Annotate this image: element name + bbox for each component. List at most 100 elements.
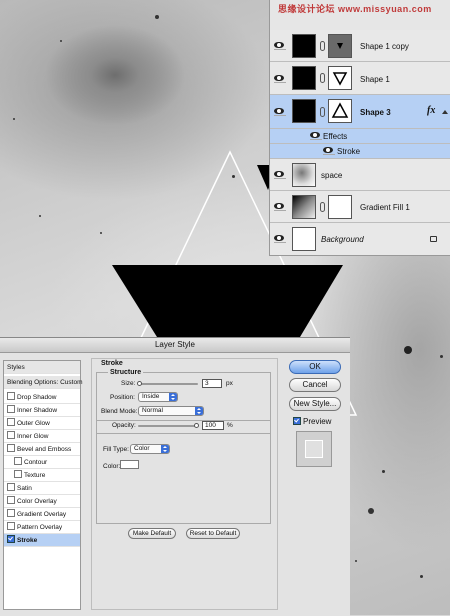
eye-icon[interactable] — [274, 42, 286, 50]
position-value: Inside — [142, 393, 160, 400]
fill-box — [96, 420, 271, 524]
ok-button[interactable]: OK — [289, 360, 341, 374]
fill-type-select[interactable]: Color — [130, 444, 170, 454]
color-label: Color: — [103, 463, 121, 470]
size-unit: px — [226, 380, 233, 387]
vector-mask-thumbnail — [328, 66, 352, 90]
position-label: Position: — [110, 394, 135, 401]
watermark: 思缘设计论坛 www.missyuan.com — [278, 4, 432, 14]
checkbox-icon[interactable] — [293, 416, 301, 425]
checkbox-icon[interactable] — [7, 483, 15, 492]
style-item-label: Stroke — [17, 537, 38, 544]
layer-mask-thumbnail — [328, 195, 352, 219]
chevron-updown-icon — [161, 445, 169, 453]
preview-checkbox[interactable]: Preview — [293, 416, 332, 426]
checkbox-icon[interactable] — [7, 431, 15, 440]
style-item-label: Satin — [17, 485, 32, 492]
style-item-bevel-and-emboss[interactable]: Bevel and Emboss — [4, 443, 80, 456]
collapse-arrow-icon[interactable] — [442, 110, 448, 114]
checkbox-icon[interactable] — [7, 535, 15, 544]
fx-icon[interactable]: fx — [427, 105, 435, 116]
style-item-label: Texture — [24, 472, 46, 479]
style-item-outer-glow[interactable]: Outer Glow — [4, 417, 80, 430]
lock-icon — [430, 236, 437, 242]
style-item-contour[interactable]: Contour — [4, 456, 80, 469]
style-item-inner-shadow[interactable]: Inner Shadow — [4, 404, 80, 417]
layer-thumbnail — [292, 227, 316, 251]
vector-mask-thumbnail — [328, 99, 352, 123]
cancel-button[interactable]: Cancel — [289, 378, 341, 392]
layer-name: Shape 1 copy — [360, 42, 409, 51]
link-icon — [320, 73, 325, 83]
layer-row-background[interactable]: Background — [270, 223, 450, 255]
new-style-button[interactable]: New Style... — [289, 397, 341, 411]
color-swatch[interactable] — [120, 460, 139, 469]
layer-row-space[interactable]: space — [270, 159, 450, 191]
checkbox-icon[interactable] — [7, 444, 15, 453]
blend-mode-select[interactable]: Normal — [138, 406, 204, 416]
stroke-effect-label: Stroke — [337, 147, 361, 156]
layer-thumbnail — [292, 34, 316, 58]
layer-row-shape-3[interactable]: Shape 3 fx — [270, 95, 450, 129]
blending-options[interactable]: Blending Options: Custom — [4, 376, 83, 389]
preview-inner — [305, 440, 323, 458]
layer-thumbnail — [292, 195, 316, 219]
style-item-label: Outer Glow — [17, 420, 50, 427]
blend-mode-value: Normal — [142, 407, 163, 414]
layer-name: Shape 1 — [360, 75, 390, 84]
checkbox-icon[interactable] — [7, 405, 15, 414]
eye-icon[interactable] — [310, 132, 322, 140]
style-item-label: Color Overlay — [17, 498, 57, 505]
structure-title: Structure — [108, 369, 144, 376]
checkbox-icon[interactable] — [7, 522, 15, 531]
checkbox-icon[interactable] — [7, 392, 15, 401]
eye-icon[interactable] — [274, 171, 286, 179]
chevron-updown-icon — [169, 393, 177, 401]
style-item-label: Contour — [24, 459, 48, 466]
eye-icon[interactable] — [274, 203, 286, 211]
layer-row-shape-1-copy[interactable]: Shape 1 copy — [270, 30, 450, 62]
effects-row[interactable]: Effects — [270, 129, 450, 144]
style-item-satin[interactable]: Satin — [4, 482, 80, 495]
checkbox-icon[interactable] — [14, 470, 22, 479]
chevron-updown-icon — [195, 407, 203, 415]
eye-icon[interactable] — [274, 75, 286, 83]
style-item-gradient-overlay[interactable]: Gradient Overlay — [4, 508, 80, 521]
checkbox-icon[interactable] — [7, 509, 15, 518]
style-item-label: Inner Glow — [17, 433, 49, 440]
fill-type-value: Color — [134, 445, 150, 452]
stroke-effect-row[interactable]: Stroke — [270, 144, 450, 159]
reset-to-default-button[interactable]: Reset to Default — [186, 528, 240, 539]
position-select[interactable]: Inside — [138, 392, 178, 402]
style-item-color-overlay[interactable]: Color Overlay — [4, 495, 80, 508]
blend-mode-label: Blend Mode: — [101, 408, 138, 415]
preview-swatch — [296, 431, 332, 467]
layers-panel: 思缘设计论坛 www.missyuan.com Shape 1 copy Sha… — [269, 0, 450, 256]
checkbox-icon[interactable] — [14, 457, 22, 466]
layer-name: Gradient Fill 1 — [360, 203, 410, 212]
styles-header[interactable]: Styles — [4, 361, 80, 374]
layer-row-shape-1[interactable]: Shape 1 — [270, 62, 450, 95]
eye-icon[interactable] — [274, 235, 286, 243]
eye-icon[interactable] — [323, 147, 335, 155]
checkbox-icon[interactable] — [7, 418, 15, 427]
preview-label: Preview — [303, 417, 332, 426]
style-item-label: Pattern Overlay — [17, 524, 63, 531]
style-item-texture[interactable]: Texture — [4, 469, 80, 482]
layer-style-dialog: Layer Style Styles Blending Options: Cus… — [0, 337, 350, 616]
style-item-inner-glow[interactable]: Inner Glow — [4, 430, 80, 443]
style-item-pattern-overlay[interactable]: Pattern Overlay — [4, 521, 80, 534]
dialog-title: Layer Style — [0, 338, 350, 353]
make-default-button[interactable]: Make Default — [128, 528, 176, 539]
size-input[interactable]: 3 — [202, 379, 222, 388]
checkbox-icon[interactable] — [7, 496, 15, 505]
style-item-stroke[interactable]: Stroke — [4, 534, 80, 547]
style-item-drop-shadow[interactable]: Drop Shadow — [4, 391, 80, 404]
size-slider[interactable] — [138, 383, 198, 385]
layer-name: Shape 3 — [360, 108, 391, 117]
effects-label: Effects — [323, 132, 348, 141]
layer-name: Background — [321, 235, 364, 244]
eye-icon[interactable] — [274, 108, 286, 116]
layer-row-gradient-fill-1[interactable]: Gradient Fill 1 — [270, 191, 450, 223]
style-item-label: Drop Shadow — [17, 394, 57, 401]
